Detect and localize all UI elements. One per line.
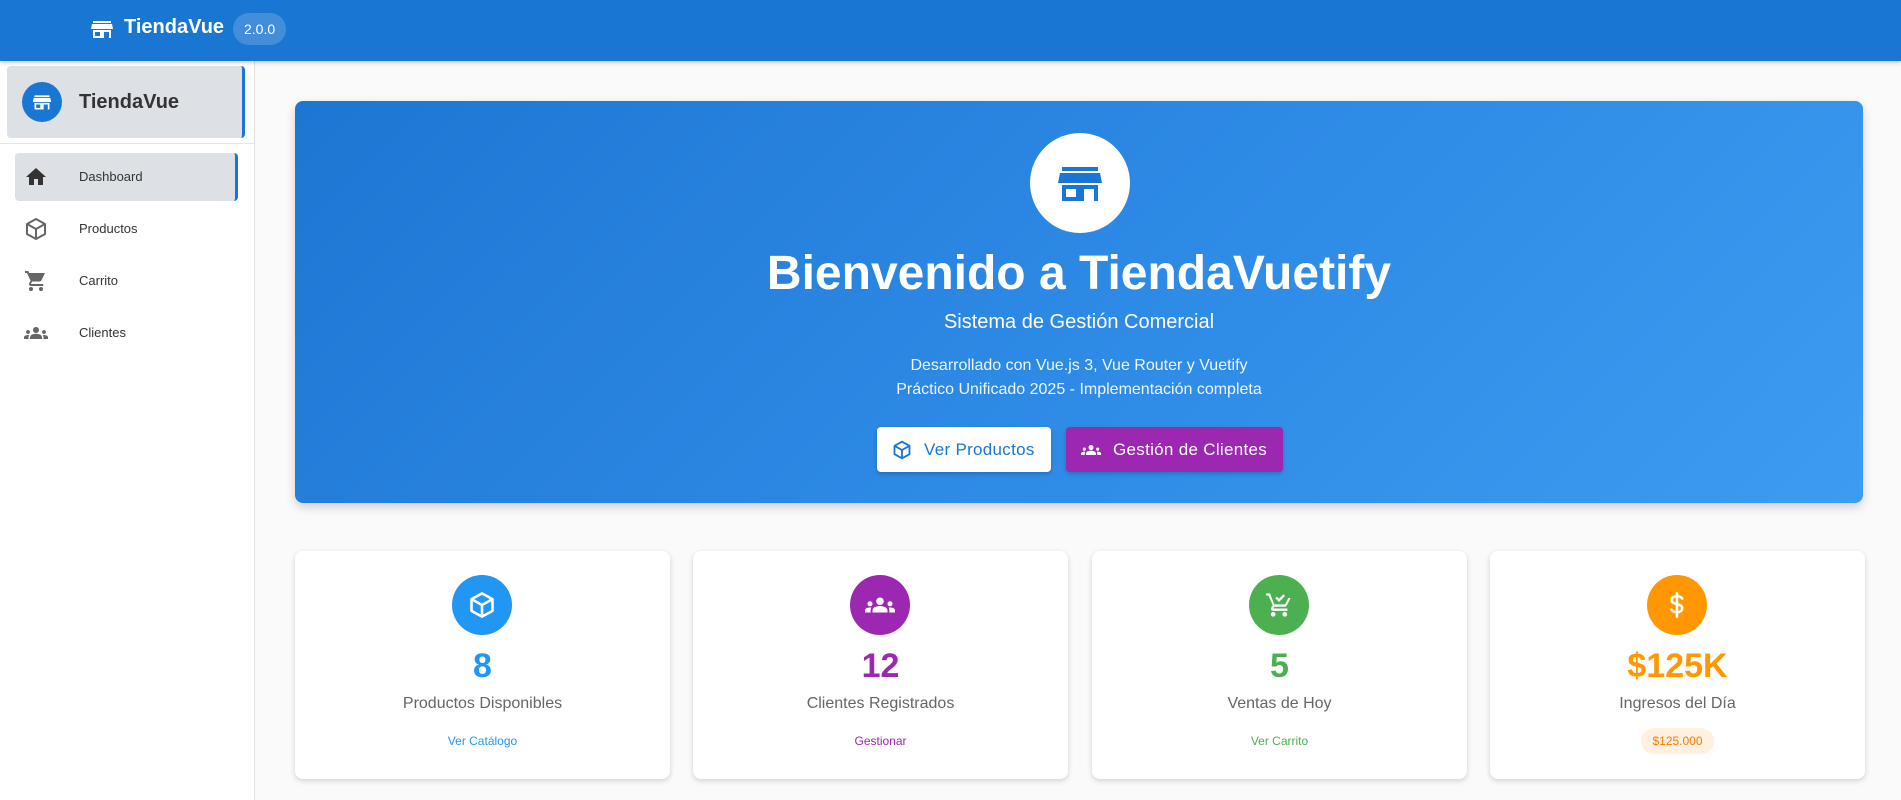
- sidebar-header[interactable]: TiendaVue: [7, 66, 245, 138]
- hero-logo: [1030, 133, 1130, 233]
- store-icon: [32, 95, 52, 110]
- stat-card-ventas: 5 Ventas de Hoy Ver Carrito: [1092, 551, 1467, 779]
- sidebar-item-productos[interactable]: Productos: [15, 205, 238, 253]
- button-label: Ver Productos: [924, 439, 1035, 459]
- sidebar-item-clientes[interactable]: Clientes: [15, 309, 238, 357]
- sidebar-item-label: Clientes: [79, 325, 126, 340]
- stat-label: Ingresos del Día: [1619, 695, 1736, 712]
- ver-productos-button[interactable]: Ver Productos: [877, 427, 1051, 472]
- avatar: [22, 82, 62, 122]
- stat-icon-circle: [452, 575, 512, 635]
- stat-value: 12: [861, 647, 900, 685]
- users-icon: [865, 597, 895, 613]
- users-icon: [24, 327, 48, 339]
- hero-description: Desarrollado con Vue.js 3, Vue Router y …: [910, 357, 1248, 374]
- home-icon: [26, 168, 46, 185]
- sidebar-item-dashboard[interactable]: Dashboard: [15, 153, 238, 201]
- stat-card-productos: 8 Productos Disponibles Ver Catálogo: [295, 551, 670, 779]
- stat-label: Clientes Registrados: [806, 695, 955, 712]
- ver-catalogo-link[interactable]: Ver Catálogo: [295, 734, 670, 748]
- stat-label: Ventas de Hoy: [1227, 695, 1332, 712]
- top-app-bar: TiendaVue 2.0.0: [0, 0, 1901, 61]
- stat-icon-circle: [850, 575, 910, 635]
- revenue-chip: $125.000: [1641, 728, 1714, 754]
- cart-check-icon: [1266, 593, 1291, 617]
- users-icon: [1081, 444, 1101, 455]
- version-badge: 2.0.0: [233, 13, 287, 45]
- hero-subtitle: Sistema de Gestión Comercial: [943, 311, 1215, 333]
- hero-banner: Bienvenido a TiendaVuetify Sistema de Ge…: [295, 101, 1863, 503]
- stat-value: $125K: [1627, 647, 1728, 685]
- sidebar-item-carrito[interactable]: Carrito: [15, 257, 238, 305]
- package-icon: [26, 218, 46, 240]
- hero-title: Bienvenido a TiendaVuetify: [766, 247, 1392, 300]
- store-icon: [1058, 167, 1102, 201]
- sidebar-item-label: Carrito: [79, 273, 119, 288]
- gestionar-link[interactable]: Gestionar: [693, 734, 1068, 748]
- sidebar-item-label: Dashboard: [79, 169, 143, 184]
- sidebar-item-label: Productos: [79, 221, 138, 236]
- gestion-clientes-button[interactable]: Gestión de Clientes: [1066, 427, 1283, 472]
- cart-icon: [25, 271, 45, 291]
- package-icon: [893, 440, 911, 459]
- ver-carrito-link[interactable]: Ver Carrito: [1092, 734, 1467, 748]
- stat-card-clientes: 12 Clientes Registrados Gestionar: [693, 551, 1068, 779]
- stat-label: Productos Disponibles: [402, 695, 563, 712]
- sidebar: TiendaVue Dashboard Productos Carrito Cl…: [0, 61, 255, 800]
- divider: [0, 143, 254, 144]
- stat-icon-circle: [1249, 575, 1309, 635]
- stat-value: 8: [473, 647, 492, 685]
- button-label: Gestión de Clientes: [1113, 439, 1268, 459]
- app-title: TiendaVue: [124, 16, 225, 38]
- stat-icon-circle: [1647, 575, 1707, 635]
- hero-description: Práctico Unificado 2025 - Implementación…: [896, 381, 1262, 398]
- package-icon: [470, 592, 494, 618]
- stat-value: 5: [1270, 647, 1289, 685]
- sidebar-title: TiendaVue: [79, 91, 180, 113]
- stat-card-ingresos: $125K Ingresos del Día $125.000: [1490, 551, 1865, 779]
- store-icon: [91, 21, 113, 38]
- dollar-icon: [1670, 592, 1684, 618]
